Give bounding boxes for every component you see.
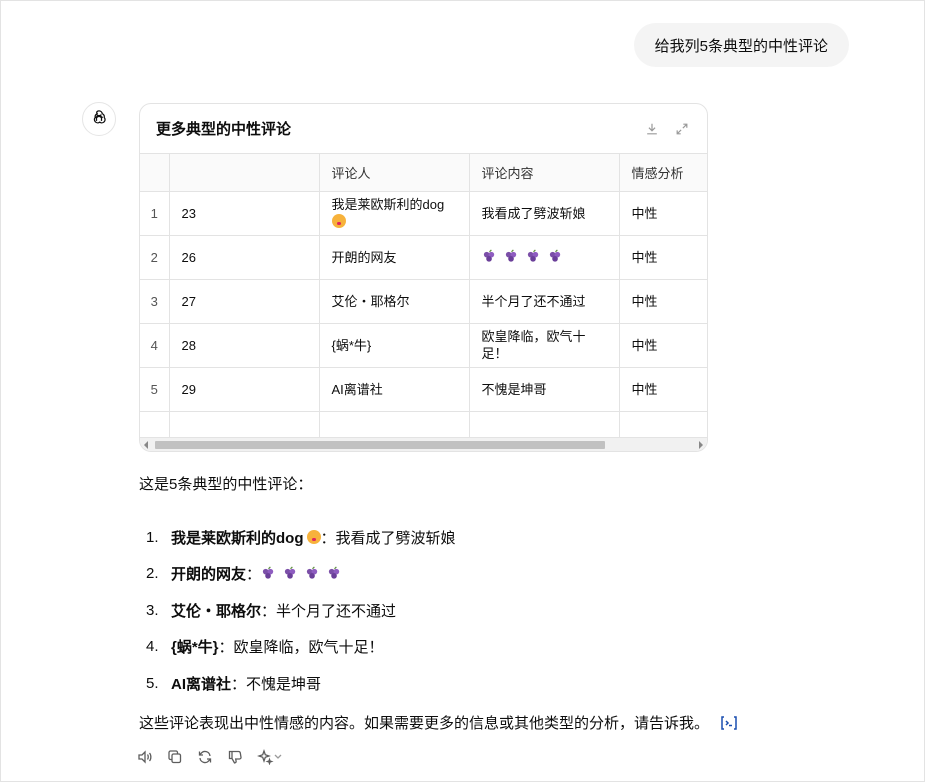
list-item: 5. AI离谱社 ：不愧是坤哥 [146,665,456,702]
table-card: 更多典型的中性评论 评论人 评论内容 情感分析 1 23 我是莱欧斯利的dog … [139,103,708,452]
empty-cell[interactable] [169,411,320,439]
summary-list: 1. 我是莱欧斯利的dog ：我看成了劈波斩娘 2. 开朗的网友 ： 3. 艾伦… [146,519,456,702]
table-row: 3 27 艾伦・耶格尔 半个月了还不通过 中性 [140,279,707,324]
horizontal-scrollbar[interactable] [140,437,707,451]
header-index-cell [140,154,170,192]
reviewer-name: 艾伦・耶格尔 [171,602,262,620]
reviewer-name: 我是莱欧斯利的dog [171,529,304,547]
row-number [140,411,170,439]
assistant-avatar [82,102,116,136]
cell-content[interactable]: 欧皇降临，欧气十足！ [469,323,620,368]
openai-logo-icon [89,108,109,131]
cell-id[interactable]: 27 [169,279,320,324]
grapes-emoji-icon [306,566,318,579]
intro-text: 这是5条典型的中性评论： [139,476,313,493]
reviewer-name: 开朗的网友 [171,566,247,584]
table-card-header: 更多典型的中性评论 [140,104,707,154]
sparkle-model-icon[interactable] [257,749,285,765]
closing-text: 这些评论表现出中性情感的内容。如果需要更多的信息或其他类型的分析，请告诉我。 [139,715,710,732]
grapes-emoji-icon [328,566,340,579]
empty-cell[interactable] [469,411,620,439]
copy-icon[interactable] [167,749,183,765]
cell-reviewer[interactable]: 艾伦・耶格尔 [319,279,470,324]
cell-content[interactable]: 我看成了劈波斩娘 [469,191,620,236]
row-number: 5 [140,367,170,412]
review-text: ： [246,566,262,584]
list-number: 4. [146,638,159,656]
scrollbar-thumb[interactable] [155,441,605,449]
empty-cell[interactable] [619,411,707,439]
grapes-emoji-icon [505,249,516,262]
scroll-left-icon[interactable] [144,441,148,449]
user-message-text: 给我列5条典型的中性评论 [654,37,828,55]
list-number: 2. [146,565,159,583]
list-number: 5. [146,674,159,692]
cell-sentiment[interactable]: 中性 [619,279,707,324]
regenerate-icon[interactable] [197,749,213,765]
reviewer-text: 我是莱欧斯利的dog [331,197,445,212]
column-header[interactable]: 评论人 [319,154,470,192]
cell-id[interactable]: 28 [169,323,320,368]
row-number: 2 [140,235,170,280]
cell-sentiment[interactable]: 中性 [619,235,707,280]
column-header[interactable] [169,154,320,192]
cell-content[interactable]: 不愧是坤哥 [469,367,620,412]
table-row: 5 29 AI离谱社 不愧是坤哥 中性 [140,367,707,412]
grapes-emoji-icon [527,249,538,262]
list-number: 1. [146,528,159,546]
cell-reviewer[interactable]: {蜗*牛} [319,323,470,368]
cell-sentiment[interactable]: 中性 [619,323,707,368]
cell-id[interactable]: 23 [169,191,320,236]
kiss-emoji-icon [306,530,321,545]
row-number: 4 [140,323,170,368]
list-item: 1. 我是莱欧斯利的dog ：我看成了劈波斩娘 [146,519,456,556]
row-number: 1 [140,191,170,236]
table-row: 4 28 {蜗*牛} 欧皇降临，欧气十足！ 中性 [140,323,707,368]
review-text: ：欧皇降临，欧气十足！ [218,639,384,657]
list-number: 3. [146,601,159,619]
cell-reviewer[interactable]: 我是莱欧斯利的dog [319,191,470,236]
cell-reviewer[interactable]: 开朗的网友 [319,235,470,280]
download-icon[interactable] [644,121,660,137]
column-header[interactable]: 评论内容 [469,154,620,192]
message-toolbar [137,749,285,765]
list-item: 3. 艾伦・耶格尔 ：半个月了还不通过 [146,592,456,629]
reviewer-name: {蜗*牛} [171,639,219,657]
code-interpreter-icon[interactable] [719,714,739,732]
review-text: ：半个月了还不通过 [261,602,397,620]
read-aloud-icon[interactable] [137,749,153,765]
reviews-table: 评论人 评论内容 情感分析 1 23 我是莱欧斯利的dog 我看成了劈波斩娘 中… [140,154,707,439]
cell-content[interactable] [469,235,620,280]
closing-paragraph: 这些评论表现出中性情感的内容。如果需要更多的信息或其他类型的分析，请告诉我。 [139,712,739,733]
expand-icon[interactable] [674,121,690,137]
cell-content[interactable]: 半个月了还不通过 [469,279,620,324]
thumbs-down-icon[interactable] [227,749,243,765]
table-card-title: 更多典型的中性评论 [156,121,292,138]
cell-id[interactable]: 26 [169,235,320,280]
cell-id[interactable]: 29 [169,367,320,412]
kiss-emoji-icon [331,214,346,228]
list-item: 2. 开朗的网友 ： [146,556,456,593]
cell-reviewer[interactable]: AI离谱社 [319,367,470,412]
table-row-empty [140,411,707,439]
review-text: ：不愧是坤哥 [231,675,322,693]
reviewer-name: AI离谱社 [171,675,232,693]
table-scroll-area[interactable]: 评论人 评论内容 情感分析 1 23 我是莱欧斯利的dog 我看成了劈波斩娘 中… [140,154,707,439]
grapes-emoji-icon [549,249,560,262]
cell-sentiment[interactable]: 中性 [619,191,707,236]
user-message-bubble: 给我列5条典型的中性评论 [633,23,849,67]
scroll-right-icon[interactable] [699,441,703,449]
column-header[interactable]: 情感分析 [619,154,707,192]
review-text: ：我看成了劈波斩娘 [320,529,456,547]
row-number: 3 [140,279,170,324]
list-item: 4. {蜗*牛} ：欧皇降临，欧气十足！ [146,629,456,666]
table-row: 2 26 开朗的网友 中性 [140,235,707,280]
grapes-emoji-icon [284,566,296,579]
grapes-emoji-icon [262,566,274,579]
empty-cell[interactable] [319,411,470,439]
grapes-emoji-icon [483,249,494,262]
cell-sentiment[interactable]: 中性 [619,367,707,412]
table-header-row: 评论人 评论内容 情感分析 [140,154,707,192]
table-row: 1 23 我是莱欧斯利的dog 我看成了劈波斩娘 中性 [140,191,707,236]
